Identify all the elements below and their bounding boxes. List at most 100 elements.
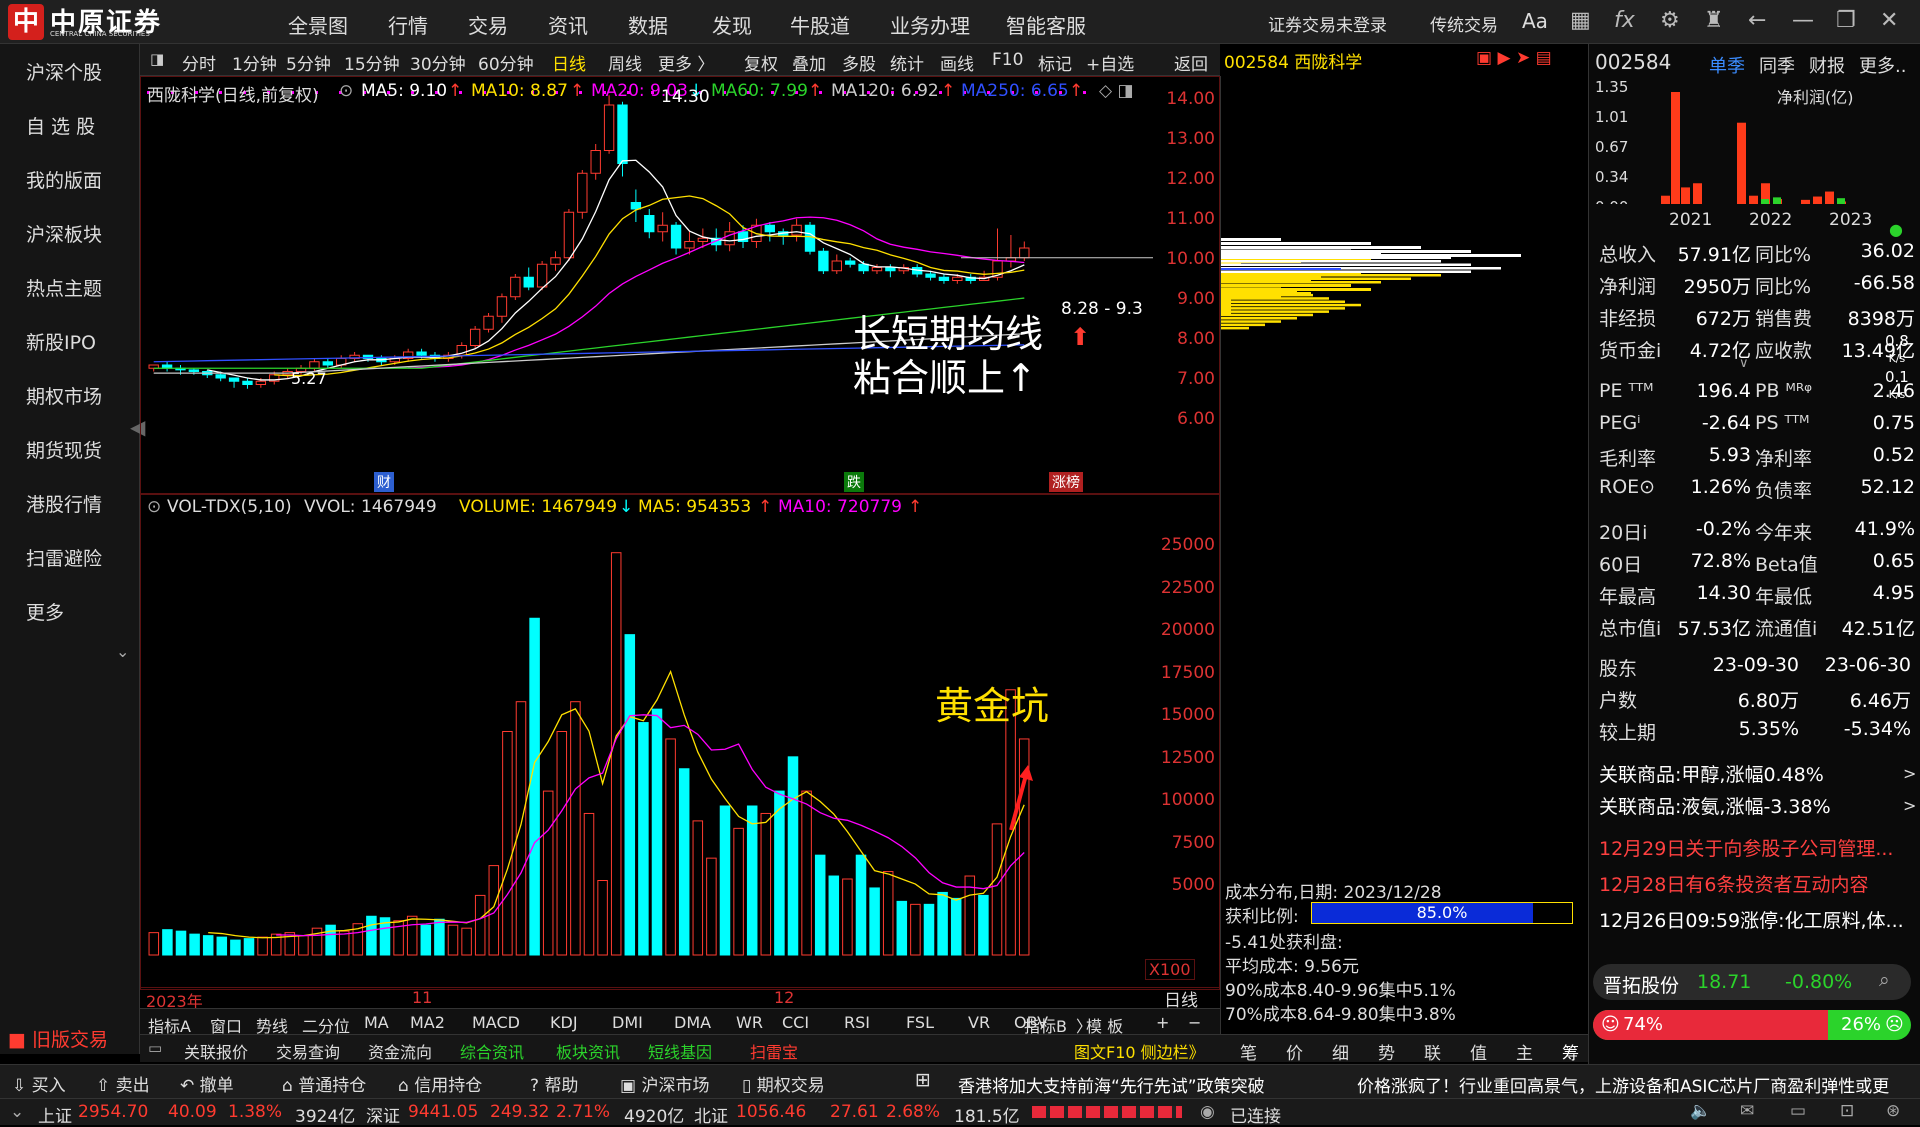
volume-panel[interactable]: ⊙ VOL-TDX(5,10) VVOL: 1467949 VOLUME: 14… [140, 494, 1220, 990]
chip-tab[interactable]: 值 [1470, 1039, 1487, 1064]
top-menu-item[interactable]: 牛股道 [790, 10, 850, 39]
chart-toolbar-button[interactable]: 叠加 [792, 50, 826, 75]
sidebar-item[interactable]: 期货现货 [0, 424, 140, 478]
news-item[interactable]: 12月28日有6条投资者互动内容 [1599, 870, 1868, 897]
layout-icon[interactable]: ▦ [1570, 8, 1591, 33]
indicator-tab[interactable]: MA2 [410, 1013, 445, 1032]
action-button[interactable]: ↶ 撤单 [180, 1071, 234, 1096]
chip-tab[interactable]: 筹 [1562, 1039, 1579, 1064]
minimize-icon[interactable]: — [1792, 8, 1814, 33]
sidebar-item[interactable]: 港股行情 [0, 478, 140, 532]
top-menu-item[interactable]: 行情 [388, 10, 428, 39]
restore-icon[interactable]: ❐ [1836, 8, 1856, 33]
bottom-tab[interactable]: 短线基因 [648, 1039, 712, 1063]
lock-icon[interactable]: ⊡ [1840, 1101, 1854, 1121]
kline-settings-icon[interactable]: ◇ ◨ [1099, 81, 1134, 101]
chart-toolbar-button[interactable]: 15分钟 [344, 50, 400, 75]
chart-toolbar-button[interactable]: 周线 [608, 50, 642, 75]
sidebar-item[interactable]: 新股IPO [0, 316, 140, 370]
top-menu-item[interactable]: 全景图 [288, 10, 348, 39]
monitor-icon[interactable]: ▭ [1790, 1101, 1806, 1121]
chart-toolbar-button[interactable]: 30分钟 [410, 50, 466, 75]
message-icon[interactable]: ✉ [1740, 1101, 1754, 1121]
volume-icon[interactable]: 🔈 [1690, 1101, 1711, 1121]
font-size-icon[interactable]: Aa [1522, 9, 1548, 33]
chart-toolbar-button[interactable]: 1分钟 [232, 50, 277, 75]
indicator-tab[interactable]: MA [364, 1013, 389, 1032]
top-menu-item[interactable]: 资讯 [548, 10, 588, 39]
chevron-down-icon[interactable]: ⌄ [116, 642, 129, 661]
news-item[interactable]: 12月26日09:59涨停:化工原料,体... [1599, 906, 1904, 933]
bottom-panel-icon[interactable]: ▭ [148, 1039, 162, 1057]
sidebar-item[interactable]: 热点主题 [0, 262, 140, 316]
gear-icon[interactable]: ⚙ [1660, 8, 1680, 33]
sidebar-item[interactable]: 自 选 股 [0, 100, 140, 154]
expand-icon[interactable]: ∨ [1739, 356, 1749, 371]
indicator-right-tab[interactable]: − [1188, 1013, 1201, 1032]
chevron-right-icon[interactable]: > [1903, 764, 1916, 783]
chart-toolbar-button[interactable]: 日线 [552, 50, 586, 75]
search-icon[interactable]: ⌕ [1879, 969, 1890, 991]
indicator-tab[interactable]: DMA [674, 1013, 711, 1032]
sidebar-item[interactable]: 沪深板块 [0, 208, 140, 262]
peer-stock-box[interactable]: 晋拓股份 18.71 -0.80% ⌕ [1593, 964, 1911, 1000]
indicator-tab[interactable]: DMI [612, 1013, 643, 1032]
ticker-news-2[interactable]: 价格涨疯了！行业重回高景气，上游设备和ASIC芯片厂商盈利弹性或更 [1357, 1072, 1920, 1097]
bottom-tab[interactable]: 关联报价 [184, 1039, 248, 1063]
chart-tools-icons[interactable]: ▣ ▶ ➤ ▤ [1476, 48, 1552, 68]
ticker-news-1[interactable]: 香港将加大支持前海“先行先试”政策突破 [958, 1072, 1265, 1097]
bottom-tab[interactable]: 资金流向 [368, 1039, 432, 1063]
action-button[interactable]: ⌂ 普通持仓 [282, 1071, 366, 1096]
action-button[interactable]: ⇩ 买入 [12, 1071, 66, 1096]
tag-cai[interactable]: 财 [374, 472, 394, 492]
f10-sidebar-link[interactable]: 图文F10 侧边栏》 [1074, 1039, 1205, 1063]
login-status[interactable]: 证券交易未登录 [1268, 11, 1387, 36]
traditional-trade-button[interactable]: 传统交易 [1430, 11, 1498, 36]
chip-tab[interactable]: 价 [1286, 1039, 1303, 1064]
chip-tab[interactable]: 联 [1424, 1039, 1441, 1064]
chip-tab[interactable]: 笔 [1240, 1039, 1257, 1064]
add-icon[interactable]: ⊞ [915, 1069, 931, 1091]
indicator-tab[interactable]: MACD [472, 1013, 520, 1032]
chart-toolbar-button[interactable]: 返回 [1174, 50, 1208, 75]
chart-toolbar-button[interactable]: 统计 [890, 50, 924, 75]
bull-bear-bar[interactable]: ☺ 74% 26% ☹ [1593, 1010, 1911, 1040]
top-menu-item[interactable]: 数据 [628, 10, 668, 39]
news-item[interactable]: 12月29日关于向参股子公司管理... [1599, 834, 1893, 861]
user-icon[interactable]: ⊛ [1886, 1101, 1900, 1121]
tag-zhang[interactable]: 涨榜 [1049, 472, 1083, 492]
kline-chart[interactable] [141, 77, 1221, 495]
action-button[interactable]: ⇧ 卖出 [96, 1071, 150, 1096]
sidebar-item[interactable]: 我的版面 [0, 154, 140, 208]
sidebar-item[interactable]: 期权市场 [0, 370, 140, 424]
chart-toolbar-button[interactable]: 分时 [182, 50, 216, 75]
chip-tab[interactable]: 主 [1516, 1039, 1533, 1064]
indicator-tab[interactable]: RSI [844, 1013, 870, 1032]
sidebar-item[interactable]: 更多 [0, 586, 140, 640]
status-toggle-icon[interactable]: ⌄ [10, 1102, 24, 1122]
bottom-tab[interactable]: 扫雷宝 [750, 1039, 798, 1063]
bottom-tab[interactable]: 综合资讯 [460, 1039, 524, 1063]
chart-toolbar-button[interactable]: 5分钟 [286, 50, 331, 75]
chart-toolbar-button[interactable]: +自选 [1086, 50, 1134, 75]
chart-toolbar-button[interactable]: 标记 [1038, 50, 1072, 75]
chip-tab[interactable]: 细 [1332, 1039, 1349, 1064]
chart-toolbar-button[interactable]: 多股 [842, 50, 876, 75]
chart-toolbar-button[interactable]: 画线 [940, 50, 974, 75]
bottom-tab[interactable]: 板块资讯 [556, 1039, 620, 1063]
kline-toggle-icon[interactable]: ⊙ [339, 81, 353, 101]
indicator-tab[interactable]: CCI [782, 1013, 809, 1032]
top-menu-item[interactable]: 交易 [468, 10, 508, 39]
chart-toolbar-button[interactable]: 更多 〉 [658, 50, 714, 75]
sidebar-item[interactable]: 沪深个股 [0, 46, 140, 100]
back-icon[interactable]: ← [1748, 8, 1766, 33]
tag-die[interactable]: 跌 [844, 472, 864, 492]
indicator-tab[interactable]: FSL [906, 1013, 934, 1032]
vol-toggle-icon[interactable]: ⊙ [147, 497, 161, 517]
action-button[interactable]: ▯ 期权交易 [742, 1071, 825, 1096]
kline-panel[interactable]: 西陇科学(日线,前复权) ⊙ MA5: 9.10 ↑ MA10: 8.87 ↑ … [140, 76, 1220, 494]
indicator-tab[interactable]: VR [968, 1013, 990, 1032]
action-button[interactable]: ▣ 沪深市场 [620, 1071, 709, 1096]
formula-icon[interactable]: fx [1614, 8, 1635, 33]
indicator-tab[interactable]: KDJ [550, 1013, 578, 1032]
